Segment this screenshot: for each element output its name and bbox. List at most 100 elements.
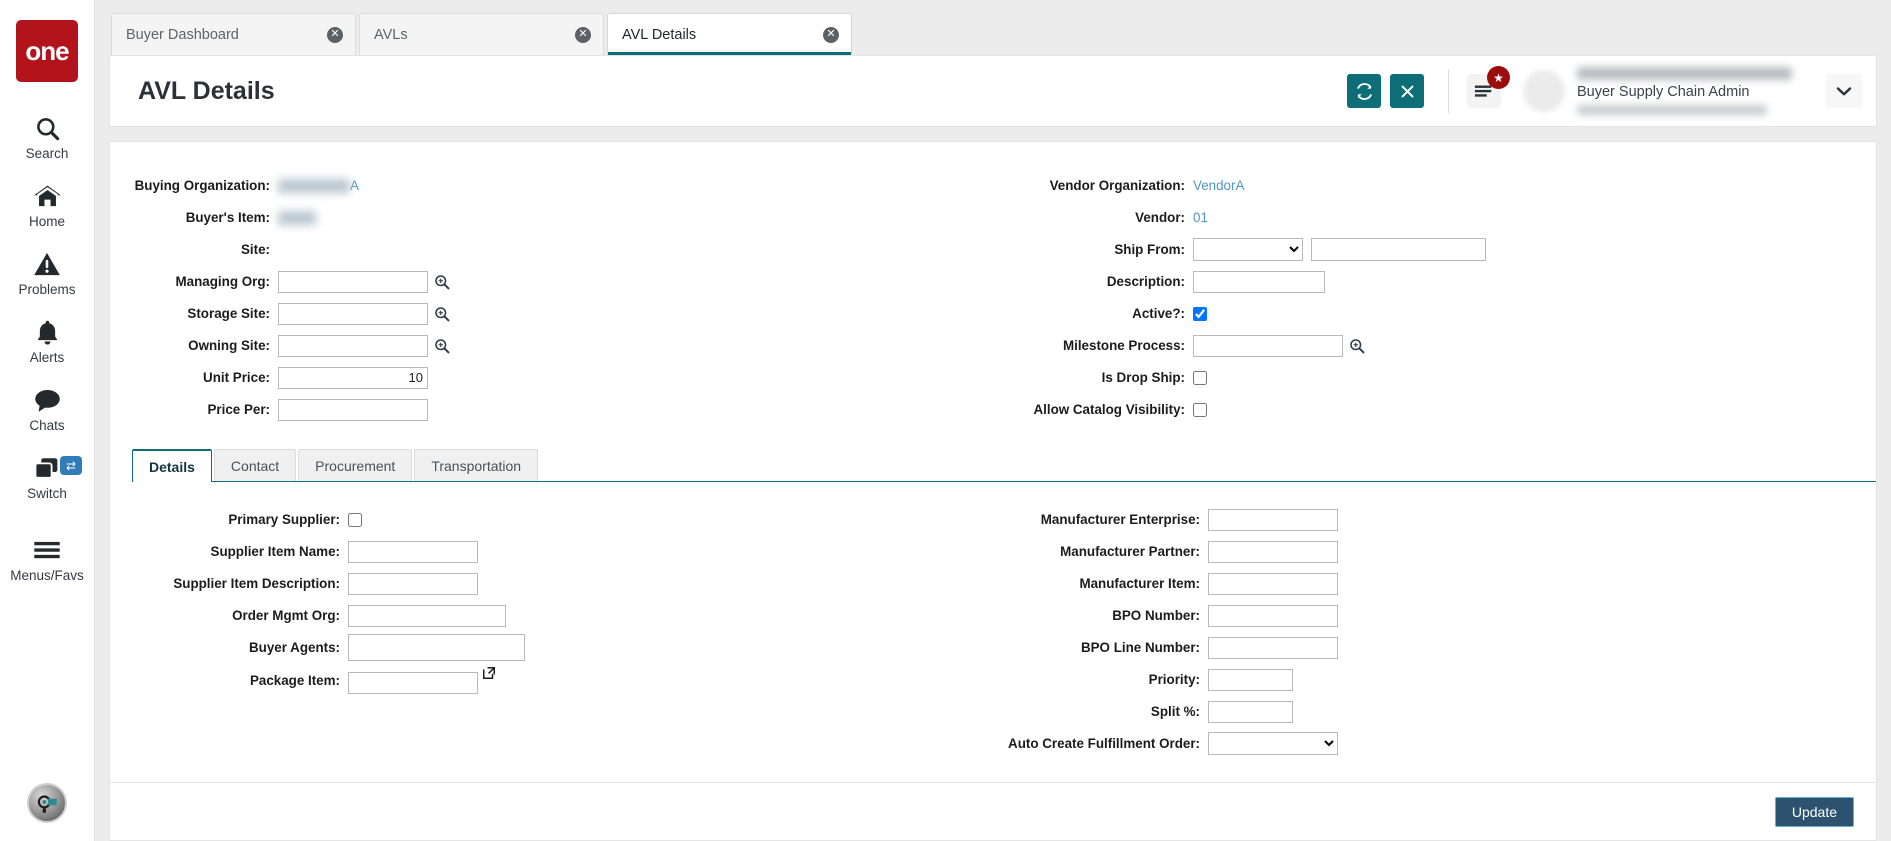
external-link-icon[interactable] — [482, 666, 496, 685]
sidebar-item-chats[interactable]: Chats — [0, 374, 94, 442]
field-label: Supplier Item Name: — [110, 544, 348, 559]
owning-site-input[interactable] — [278, 335, 428, 357]
allow-catalog-visibility-checkbox[interactable] — [1193, 403, 1207, 417]
assistant-avatar-icon[interactable] — [27, 783, 67, 823]
avatar — [1523, 70, 1565, 112]
vendor-link[interactable]: 01 — [1193, 210, 1208, 225]
is-drop-ship-checkbox[interactable] — [1193, 371, 1207, 385]
description-input[interactable] — [1193, 271, 1325, 293]
tab-label: Contact — [231, 458, 279, 474]
sidebar-item-alerts[interactable]: Alerts — [0, 306, 94, 374]
swap-arrows-icon[interactable]: ⇄ — [60, 456, 82, 475]
update-button[interactable]: Update — [1775, 797, 1854, 827]
field-owning-site: Owning Site: — [110, 332, 993, 359]
window-tab-buyer-dashboard[interactable]: Buyer Dashboard ✕ — [111, 13, 356, 55]
home-icon — [33, 181, 62, 211]
order-mgmt-org-input[interactable] — [348, 605, 506, 627]
field-split-percent: Split %: — [993, 698, 1876, 725]
one-logo[interactable]: one — [16, 20, 78, 82]
split-percent-input[interactable] — [1208, 701, 1293, 723]
package-item-input[interactable] — [348, 672, 478, 694]
close-icon[interactable]: ✕ — [575, 27, 591, 43]
field-buying-organization: Buying Organization: A — [110, 172, 993, 199]
vendor-organization-link[interactable]: VendorA — [1193, 178, 1244, 193]
field-package-item: Package Item: — [110, 666, 993, 694]
logo-text: one — [25, 38, 68, 64]
manufacturer-item-input[interactable] — [1208, 573, 1338, 595]
field-order-mgmt-org: Order Mgmt Org: — [110, 602, 993, 629]
redacted-value — [278, 179, 350, 193]
switch-icon — [32, 453, 62, 483]
tab-contact[interactable]: Contact — [214, 449, 296, 481]
field-unit-price: Unit Price: — [110, 364, 993, 391]
field-ship-from: Ship From: — [993, 236, 1876, 263]
sidebar-item-menus-favs[interactable]: Menus/Favs — [0, 524, 94, 592]
active-checkbox[interactable] — [1193, 307, 1207, 321]
sidebar-item-switch[interactable]: ⇄ Switch — [0, 442, 94, 510]
window-tab-avls[interactable]: AVLs ✕ — [359, 13, 604, 55]
field-label: Milestone Process: — [993, 338, 1193, 353]
card-footer: Update — [110, 782, 1876, 840]
chevron-down-icon — [1836, 86, 1852, 97]
primary-supplier-checkbox[interactable] — [348, 513, 362, 527]
tab-procurement[interactable]: Procurement — [298, 449, 412, 481]
buyer-agents-input[interactable] — [348, 634, 525, 661]
field-vendor: Vendor: 01 — [993, 204, 1876, 231]
tab-label: Transportation — [431, 458, 521, 474]
sidebar-item-home[interactable]: Home — [0, 170, 94, 238]
field-label: Buyer's Item: — [110, 210, 278, 225]
field-supplier-item-name: Supplier Item Name: — [110, 538, 993, 565]
form-left-column: Buying Organization: A Buyer's Item: Sit… — [110, 172, 993, 428]
priority-input[interactable] — [1208, 669, 1293, 691]
user-profile[interactable]: Buyer Supply Chain Admin — [1523, 67, 1812, 115]
refresh-button[interactable] — [1347, 74, 1381, 108]
storage-site-input[interactable] — [278, 303, 428, 325]
milestone-process-input[interactable] — [1193, 335, 1343, 357]
sidebar-item-search[interactable]: Search — [0, 102, 94, 170]
close-icon[interactable]: ✕ — [823, 27, 839, 43]
sidebar-item-problems[interactable]: Problems — [0, 238, 94, 306]
bell-icon — [35, 317, 60, 347]
magnifier-icon[interactable] — [434, 306, 450, 322]
window-tab-avl-details[interactable]: AVL Details ✕ — [607, 13, 852, 55]
managing-org-input[interactable] — [278, 271, 428, 293]
magnifier-icon[interactable] — [434, 274, 450, 290]
details-panel: Primary Supplier: Supplier Item Name: Su… — [110, 482, 1876, 782]
sidebar-label-problems: Problems — [18, 282, 75, 297]
manufacturer-enterprise-input[interactable] — [1208, 509, 1338, 531]
page-title: AVL Details — [138, 77, 1338, 106]
sidebar-label-menus-favs: Menus/Favs — [10, 568, 84, 583]
magnifier-icon[interactable] — [434, 338, 450, 354]
close-icon[interactable]: ✕ — [327, 27, 343, 43]
tab-label: Details — [149, 459, 195, 475]
supplier-item-name-input[interactable] — [348, 541, 478, 563]
sidebar-label-search: Search — [26, 146, 69, 161]
sidebar-label-alerts: Alerts — [30, 350, 65, 365]
ship-from-input[interactable] — [1311, 238, 1486, 261]
unit-price-input[interactable] — [278, 367, 428, 389]
manufacturer-partner-input[interactable] — [1208, 541, 1338, 563]
field-label: Vendor: — [993, 210, 1193, 225]
price-per-input[interactable] — [278, 399, 428, 421]
bpo-line-number-input[interactable] — [1208, 637, 1338, 659]
bpo-number-input[interactable] — [1208, 605, 1338, 627]
magnifier-icon[interactable] — [1349, 338, 1365, 354]
field-label: BPO Line Number: — [993, 640, 1208, 655]
application-window: one Search Home Problems — [0, 0, 1891, 841]
field-milestone-process: Milestone Process: — [993, 332, 1876, 359]
refresh-icon — [1355, 82, 1374, 101]
tab-details[interactable]: Details — [132, 449, 212, 482]
search-icon — [34, 113, 61, 143]
field-label: Unit Price: — [110, 370, 278, 385]
field-label: Manufacturer Item: — [993, 576, 1208, 591]
supplier-item-description-input[interactable] — [348, 573, 478, 595]
field-label: Description: — [993, 274, 1193, 289]
user-menu-toggle[interactable] — [1826, 74, 1862, 108]
ship-from-select[interactable] — [1193, 238, 1303, 261]
close-page-button[interactable] — [1390, 74, 1424, 108]
field-manufacturer-partner: Manufacturer Partner: — [993, 538, 1876, 565]
field-is-drop-ship: Is Drop Ship: — [993, 364, 1876, 391]
tab-transportation[interactable]: Transportation — [414, 449, 538, 481]
header-menu-button[interactable]: ★ — [1467, 74, 1501, 108]
auto-create-fulfillment-order-select[interactable] — [1208, 732, 1338, 755]
